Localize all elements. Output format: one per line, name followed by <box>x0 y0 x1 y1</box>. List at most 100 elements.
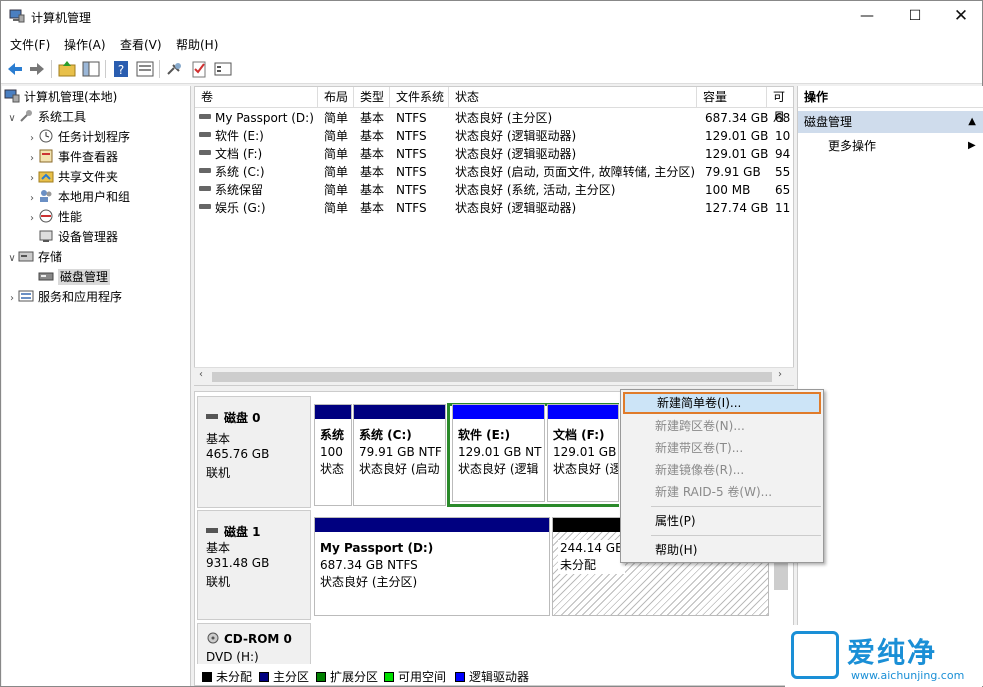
storage-icon <box>18 249 34 263</box>
toolbar: ? <box>1 54 982 84</box>
drive-icon <box>199 114 211 119</box>
up-folder-icon[interactable] <box>57 59 77 79</box>
scroll-thumb[interactable] <box>212 372 772 382</box>
partition-d[interactable]: My Passport (D:)687.34 GB NTFS状态良好 (主分区) <box>314 517 550 616</box>
column-header-type[interactable]: 类型 <box>354 87 390 108</box>
menu-new-raid5-volume[interactable]: 新建 RAID-5 卷(W)... <box>623 481 821 503</box>
chevron-down-icon[interactable]: ∨ <box>6 109 18 129</box>
column-header-volume[interactable]: 卷 <box>195 87 318 108</box>
chevron-right-icon[interactable]: › <box>26 189 38 209</box>
actions-pane: 操作 磁盘管理 ▲ 更多操作 ▶ <box>797 86 983 686</box>
watermark: 爱纯净 www.aichunjing.com <box>785 625 982 687</box>
legend-extended: 扩展分区 <box>316 668 378 685</box>
scroll-left-icon[interactable]: ‹ <box>199 369 203 380</box>
tree-item-device-manager[interactable]: 设备管理器 <box>38 227 118 247</box>
checklist-icon[interactable] <box>189 59 209 79</box>
properties-icon[interactable] <box>135 59 155 79</box>
more-actions[interactable]: 更多操作 ▶ <box>828 136 876 156</box>
menu-bar: 文件(F) 操作(A) 查看(V) 帮助(H) <box>1 32 982 54</box>
cdrom-0-info[interactable]: CD-ROM 0 DVD (H:) <box>197 623 311 665</box>
collapse-icon[interactable]: ▲ <box>968 111 976 133</box>
show-hide-tree-icon[interactable] <box>81 59 101 79</box>
tree-item-disk-management[interactable]: 磁盘管理 <box>38 267 110 287</box>
legend-primary: 主分区 <box>259 668 309 685</box>
disk-icon <box>206 528 218 533</box>
partition-system-reserved[interactable]: 系统100状态 <box>314 404 352 506</box>
menu-new-striped-volume[interactable]: 新建带区卷(T)... <box>623 437 821 459</box>
window-title: 计算机管理 <box>31 9 91 26</box>
tree-item-performance[interactable]: ›性能 <box>26 207 82 227</box>
drive-icon <box>199 168 211 173</box>
chevron-down-icon[interactable]: ∨ <box>6 249 18 269</box>
cdrom-icon <box>206 632 220 644</box>
table-row[interactable]: 娱乐 (G:) 简单 基本 NTFS 状态良好 (逻辑驱动器) 127.74 G… <box>195 199 794 217</box>
volume-list: 卷 布局 类型 文件系统 状态 容量 可月 My Passport (D:) 简… <box>194 86 794 386</box>
table-row[interactable]: 系统 (C:) 简单 基本 NTFS 状态良好 (启动, 页面文件, 故障转储,… <box>195 163 794 181</box>
column-header-layout[interactable]: 布局 <box>318 87 354 108</box>
minimize-button[interactable]: — <box>844 1 890 32</box>
menu-help[interactable]: 帮助(H) <box>623 539 821 561</box>
table-row[interactable]: 软件 (E:) 简单 基本 NTFS 状态良好 (逻辑驱动器) 129.01 G… <box>195 127 794 145</box>
disk-management-icon <box>38 269 54 283</box>
partition-legend: 未分配 主分区 扩展分区 可用空间 逻辑驱动器 <box>196 664 792 684</box>
menu-properties[interactable]: 属性(P) <box>623 510 821 532</box>
chevron-right-icon: ▶ <box>968 136 976 156</box>
table-row[interactable]: 文档 (F:) 简单 基本 NTFS 状态良好 (逻辑驱动器) 129.01 G… <box>195 145 794 163</box>
chevron-right-icon[interactable]: › <box>26 209 38 229</box>
menu-action[interactable]: 操作(A) <box>64 36 106 53</box>
performance-icon <box>38 209 54 223</box>
chevron-right-icon[interactable]: › <box>26 149 38 169</box>
maximize-button[interactable]: ☐ <box>892 1 938 32</box>
tree-item-system-tools[interactable]: ∨系统工具 <box>6 107 86 127</box>
computer-management-window: 计算机管理 — ☐ ✕ 文件(F) 操作(A) 查看(V) 帮助(H) ? 计算… <box>0 0 983 687</box>
legend-logical: 逻辑驱动器 <box>455 668 529 685</box>
disk-list-icon[interactable] <box>213 59 233 79</box>
chevron-right-icon[interactable]: › <box>26 129 38 149</box>
chevron-right-icon[interactable]: › <box>6 289 18 309</box>
console-tree: 计算机管理(本地) ∨系统工具 ›任务计划程序 ›事件查看器 ›共享文件夹 ›本… <box>2 86 191 686</box>
tree-item-task-scheduler[interactable]: ›任务计划程序 <box>26 127 130 147</box>
partition-f[interactable]: 文档 (F:)129.01 GB N状态良好 (逻 <box>547 404 619 502</box>
chevron-right-icon[interactable]: › <box>26 169 38 189</box>
title-bar: 计算机管理 — ☐ ✕ <box>1 1 982 32</box>
horizontal-scrollbar[interactable]: ‹ › <box>194 367 794 385</box>
forward-arrow-icon[interactable] <box>27 59 47 79</box>
users-icon <box>38 189 54 203</box>
context-menu: 新建简单卷(I)... 新建跨区卷(N)... 新建带区卷(T)... 新建镜像… <box>620 389 824 563</box>
column-header-status[interactable]: 状态 <box>449 87 697 108</box>
tree-item-event-viewer[interactable]: ›事件查看器 <box>26 147 118 167</box>
tree-item-root[interactable]: 计算机管理(本地) <box>4 87 117 107</box>
back-arrow-icon[interactable] <box>5 59 25 79</box>
partition-e[interactable]: 软件 (E:)129.01 GB NT状态良好 (逻辑 <box>452 404 545 502</box>
menu-file[interactable]: 文件(F) <box>10 36 50 53</box>
table-row[interactable]: 系统保留 简单 基本 NTFS 状态良好 (系统, 活动, 主分区) 100 M… <box>195 181 794 199</box>
vertical-scrollbar[interactable] <box>774 562 788 590</box>
tree-item-shared-folders[interactable]: ›共享文件夹 <box>26 167 118 187</box>
scroll-right-icon[interactable]: › <box>778 369 782 380</box>
disk-icon <box>206 414 218 419</box>
tree-item-services-apps[interactable]: ›服务和应用程序 <box>6 287 122 307</box>
table-row[interactable]: My Passport (D:) 简单 基本 NTFS 状态良好 (主分区) 6… <box>195 109 794 127</box>
partition-c[interactable]: 系统 (C:)79.91 GB NTF状态良好 (启动 <box>353 404 446 506</box>
disk-1-info[interactable]: 磁盘 1 基本 931.48 GB 联机 <box>197 510 311 620</box>
watermark-logo <box>791 631 839 679</box>
menu-view[interactable]: 查看(V) <box>120 36 162 53</box>
menu-new-simple-volume[interactable]: 新建简单卷(I)... <box>623 392 821 414</box>
close-button[interactable]: ✕ <box>938 1 983 32</box>
tools-icon <box>18 109 34 123</box>
actions-section-disk-management[interactable]: 磁盘管理 ▲ <box>798 111 983 133</box>
help-icon[interactable]: ? <box>111 59 131 79</box>
column-header-capacity[interactable]: 容量 <box>697 87 767 108</box>
legend-free-space: 可用空间 <box>384 668 446 685</box>
column-header-free[interactable]: 可月 <box>767 87 794 108</box>
tree-item-storage[interactable]: ∨存储 <box>6 247 62 267</box>
toolbar-separator <box>105 60 106 78</box>
connect-icon[interactable] <box>165 59 185 79</box>
column-header-filesystem[interactable]: 文件系统 <box>390 87 449 108</box>
menu-new-spanned-volume[interactable]: 新建跨区卷(N)... <box>623 415 821 437</box>
menu-help[interactable]: 帮助(H) <box>176 36 218 53</box>
disk-0-info[interactable]: 磁盘 0 基本 465.76 GB 联机 <box>197 396 311 508</box>
event-viewer-icon <box>38 149 54 163</box>
tree-item-local-users[interactable]: ›本地用户和组 <box>26 187 130 207</box>
menu-new-mirrored-volume[interactable]: 新建镜像卷(R)... <box>623 459 821 481</box>
